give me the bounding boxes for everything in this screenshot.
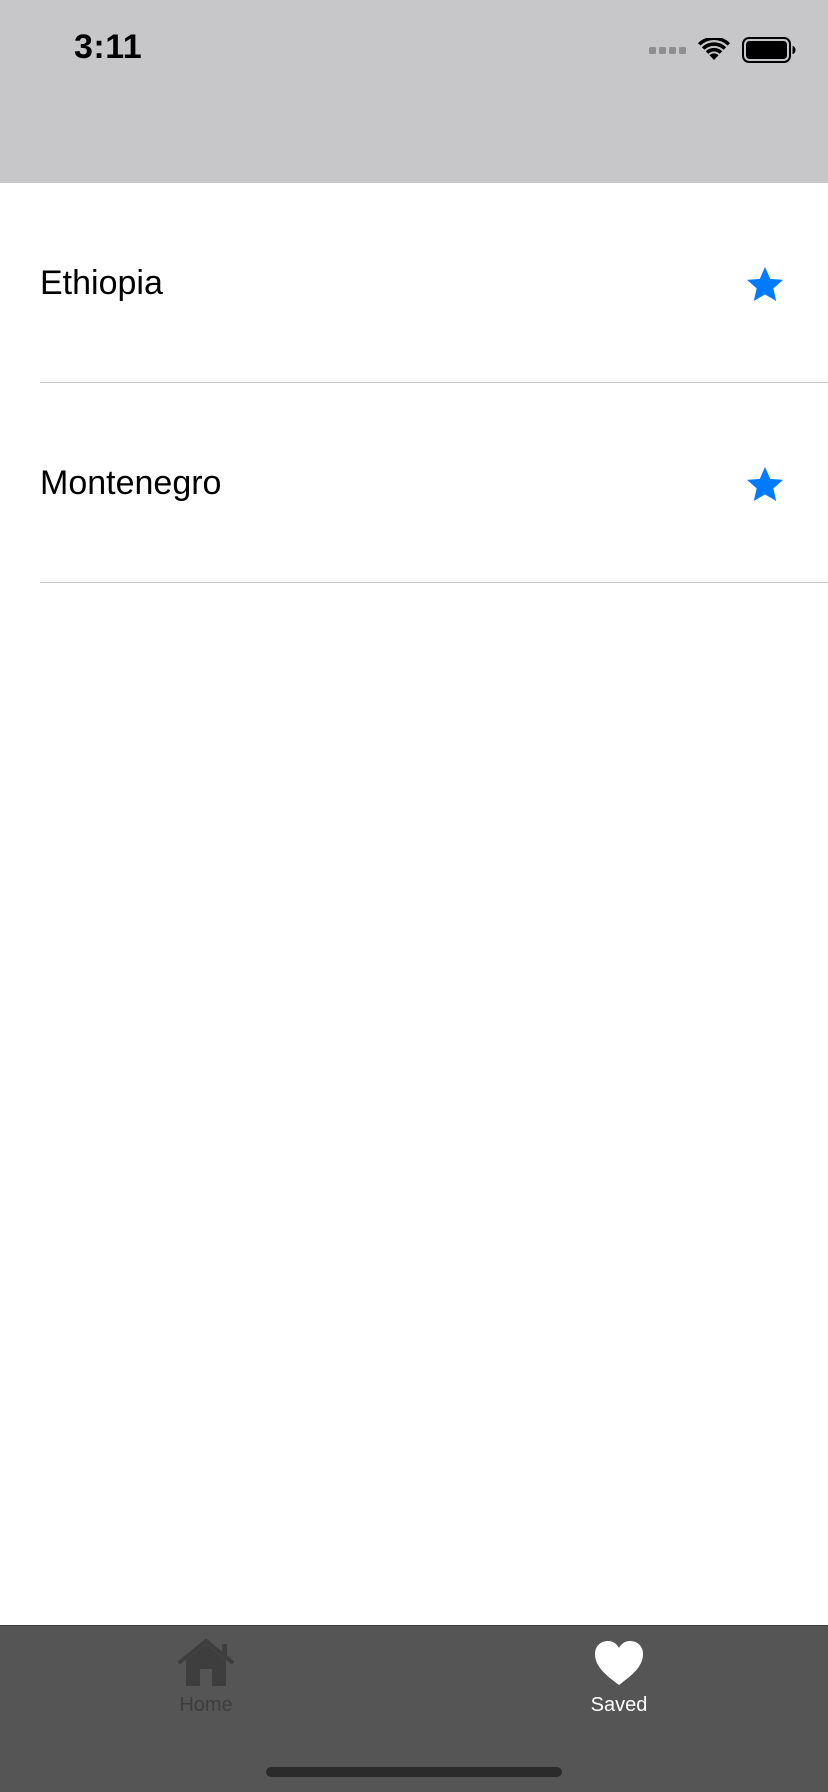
navigation-header: 3:11 bbox=[0, 0, 828, 183]
heart-icon bbox=[595, 1641, 643, 1685]
saved-countries-list: Ethiopia Montenegro bbox=[0, 183, 828, 583]
row-separator bbox=[40, 582, 828, 583]
list-item[interactable]: Ethiopia bbox=[0, 183, 828, 383]
star-filled-icon[interactable] bbox=[744, 465, 786, 505]
tab-bar: Home Saved bbox=[0, 1625, 828, 1792]
tab-home[interactable]: Home bbox=[106, 1638, 306, 1738]
list-item-label: Montenegro bbox=[40, 464, 222, 502]
wifi-icon bbox=[698, 38, 730, 60]
home-indicator bbox=[266, 1767, 562, 1777]
house-icon bbox=[178, 1639, 234, 1686]
tab-label: Saved bbox=[590, 1694, 648, 1716]
screen: 3:11 Ethiopia Montenegro Home Saved bbox=[0, 0, 828, 1792]
list-item-label: Ethiopia bbox=[40, 264, 163, 302]
tab-label: Home bbox=[179, 1694, 233, 1716]
list-item[interactable]: Montenegro bbox=[0, 383, 828, 583]
star-filled-icon[interactable] bbox=[744, 265, 786, 305]
battery-icon bbox=[742, 37, 796, 63]
status-icons bbox=[649, 36, 796, 64]
tab-saved[interactable]: Saved bbox=[519, 1638, 719, 1738]
status-time: 3:11 bbox=[74, 28, 143, 66]
cellular-signal-icon bbox=[649, 46, 686, 54]
